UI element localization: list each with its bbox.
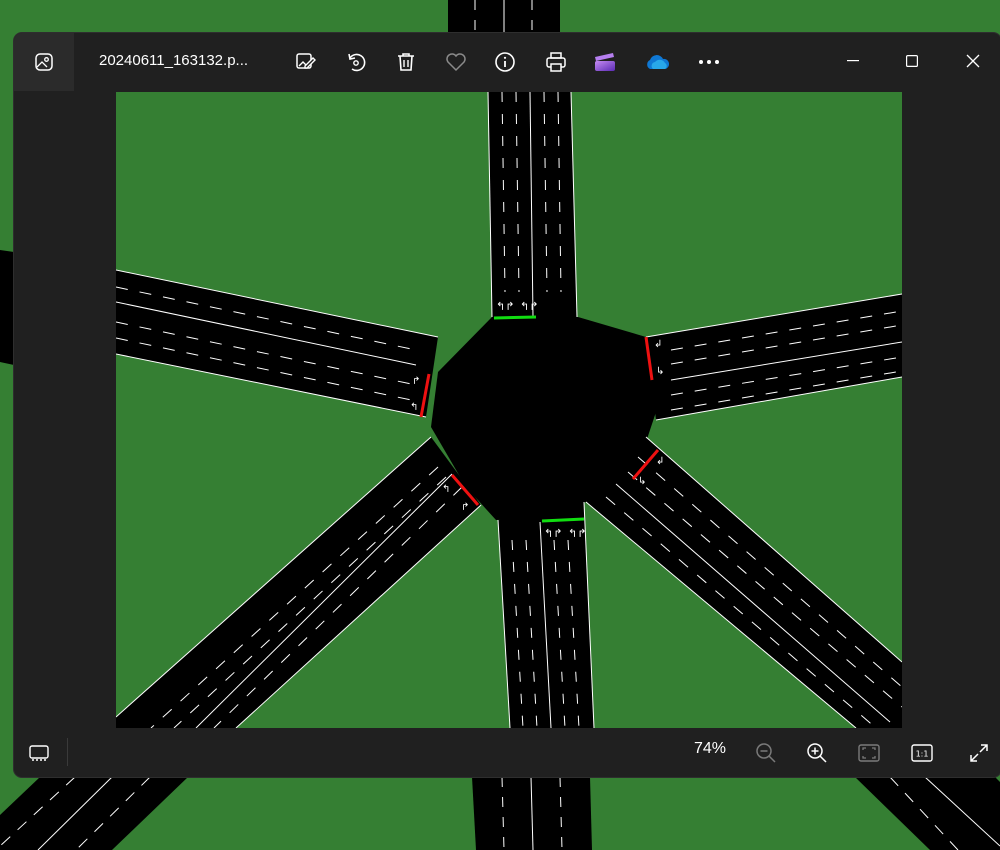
- svg-text:↰: ↰: [442, 484, 450, 495]
- svg-text:↰↱: ↰↱: [568, 527, 586, 540]
- zoom-out-icon: [756, 743, 776, 763]
- image-canvas[interactable]: ↰↱ ↰↱ ↰↱ ↰↱ ↱ ↰ ↲ ↳ ↰ ↱ ↲ ↳: [115, 91, 903, 729]
- favorite-button[interactable]: [441, 47, 471, 77]
- svg-text:↰: ↰: [410, 402, 418, 413]
- minimize-icon: [847, 60, 859, 62]
- svg-text:↳: ↳: [638, 476, 646, 487]
- close-icon: [966, 54, 980, 68]
- info-icon: [495, 52, 515, 72]
- delete-button[interactable]: [391, 47, 421, 77]
- print-button[interactable]: [541, 47, 571, 77]
- delete-icon: [398, 53, 414, 71]
- close-button[interactable]: [951, 41, 995, 81]
- svg-text:↲: ↲: [656, 456, 664, 467]
- fullscreen-button[interactable]: [964, 738, 994, 768]
- bottom-bar: 74% 1:1: [14, 728, 1000, 777]
- edit-image-icon: [296, 53, 316, 69]
- svg-text:↲: ↲: [654, 339, 662, 350]
- fullscreen-icon: [970, 744, 988, 762]
- more-options-button[interactable]: [694, 47, 724, 77]
- filmstrip-button[interactable]: [24, 738, 54, 768]
- filmstrip-icon: [29, 745, 49, 761]
- maximize-button[interactable]: [890, 41, 934, 81]
- favorite-icon: [446, 53, 466, 72]
- file-info-button[interactable]: [490, 47, 520, 77]
- clipchamp-icon: [595, 53, 615, 71]
- signal-south: [541, 517, 585, 523]
- fit-to-window-icon: [858, 744, 880, 762]
- zoom-out-button[interactable]: [751, 738, 781, 768]
- svg-text:↳: ↳: [656, 366, 664, 377]
- app-icon-button[interactable]: [14, 33, 74, 91]
- actual-size-button[interactable]: 1:1: [907, 738, 937, 768]
- photos-app-icon: [35, 53, 53, 71]
- rotate-button[interactable]: [341, 47, 371, 77]
- edit-image-button[interactable]: [291, 47, 321, 77]
- intersection-image: ↰↱ ↰↱ ↰↱ ↰↱ ↱ ↰ ↲ ↳ ↰ ↱ ↲ ↳: [115, 91, 903, 729]
- zoom-in-icon: [807, 743, 827, 763]
- svg-text:↰↱: ↰↱: [520, 300, 538, 313]
- svg-text:↰↱: ↰↱: [496, 300, 514, 313]
- file-name-label: 20240611_163132.p...: [99, 52, 249, 69]
- photos-viewer-window: 20240611_163132.p... ↰↱ ↰↱ ↰↱ ↰↱ ↱ ↰ ↲ ↳…: [14, 33, 1000, 777]
- svg-text:↱: ↱: [461, 502, 469, 513]
- signal-north: [493, 315, 537, 320]
- clipchamp-button[interactable]: [590, 47, 620, 77]
- onedrive-icon: [647, 55, 670, 69]
- svg-text:↰↱: ↰↱: [544, 527, 562, 540]
- bottom-bar-divider: [67, 738, 68, 766]
- rotate-icon: [348, 53, 366, 72]
- fit-to-window-button[interactable]: [854, 738, 884, 768]
- zoom-level: 74%: [694, 740, 727, 757]
- print-icon: [546, 52, 566, 72]
- maximize-icon: [906, 55, 918, 67]
- svg-text:↱: ↱: [412, 376, 420, 387]
- more-icon: [699, 60, 719, 64]
- title-bar: 20240611_163132.p...: [14, 33, 1000, 91]
- onedrive-button[interactable]: [642, 47, 672, 77]
- zoom-in-button[interactable]: [802, 738, 832, 768]
- minimize-button[interactable]: [831, 41, 875, 81]
- actual-size-icon: 1:1: [911, 744, 933, 762]
- actual-size-label: 1:1: [916, 750, 929, 759]
